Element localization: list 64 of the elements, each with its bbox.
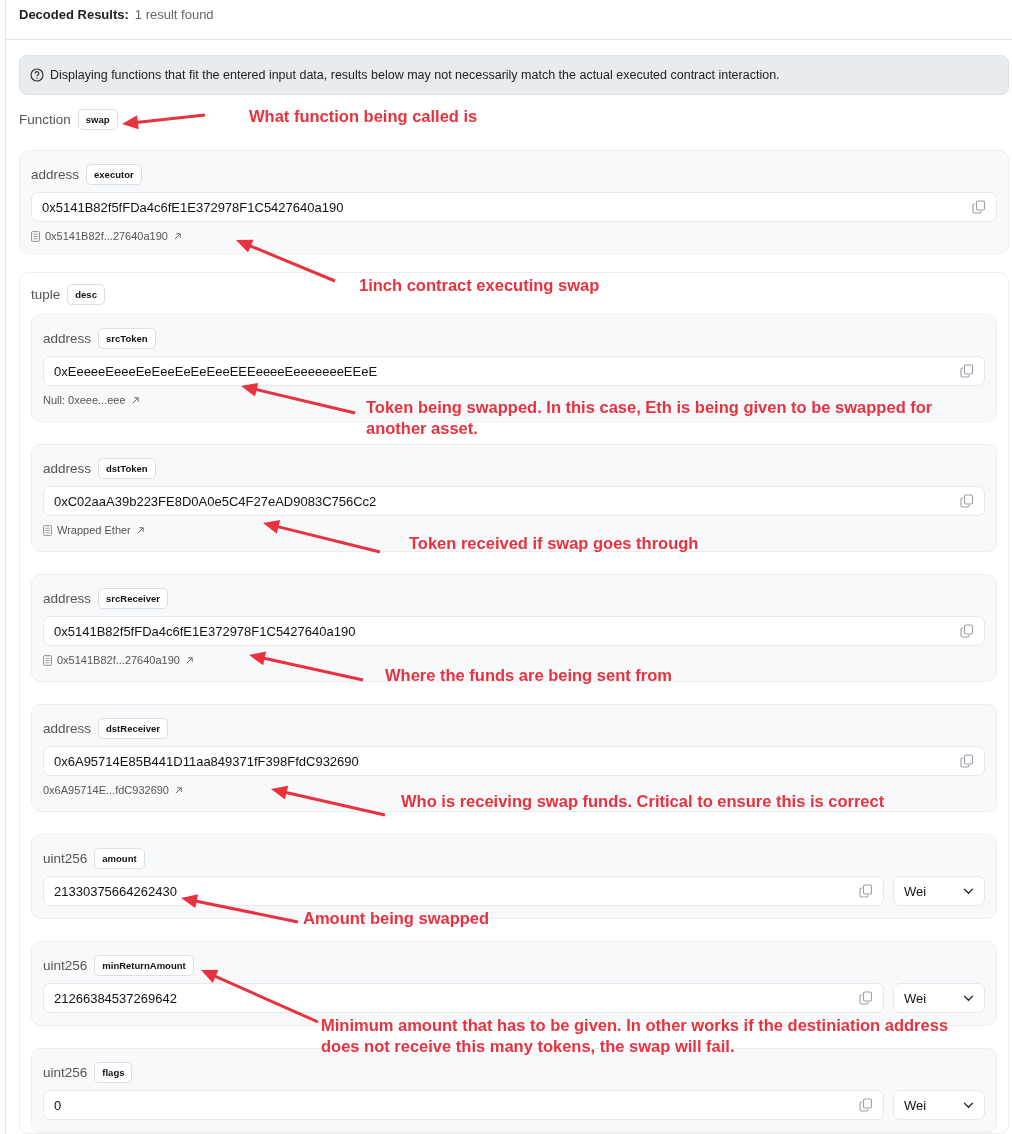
- parameter-name: dstToken: [98, 458, 156, 479]
- annotation-text: Minimum amount that has to be given. In other works if the destiniation address does not receive this many tokens, the swap will fail.: [321, 1015, 950, 1057]
- value-field[interactable]: 0xEeeeeEeeeEeEeeEeEeEeeEEEeeeeEeeeeeeeEEeE: [43, 356, 985, 386]
- value-field[interactable]: 0xC02aaA39b223FE8D0A0e5C4F27eAD9083C756Cc2: [43, 486, 985, 516]
- parameter-type: address: [43, 591, 92, 606]
- parameter-type: address: [31, 167, 80, 182]
- copy-icon[interactable]: [859, 991, 873, 1005]
- results-title: Decoded Results:: [19, 7, 129, 22]
- external-link-icon[interactable]: [172, 231, 182, 241]
- copy-icon[interactable]: [859, 1098, 873, 1112]
- copy-icon[interactable]: [960, 754, 974, 768]
- parameter-name: amount: [94, 848, 145, 869]
- parameter-type: address: [43, 461, 92, 476]
- address-link[interactable]: 0x6A95714E...fdC932690: [43, 784, 169, 796]
- address-link[interactable]: Wrapped Ether: [57, 524, 131, 536]
- annotation-text: What function being called is: [249, 106, 479, 127]
- value-field[interactable]: 21266384537269642: [43, 983, 884, 1013]
- copy-icon[interactable]: [859, 884, 873, 898]
- parameter-name: flags: [94, 1062, 133, 1083]
- value-field[interactable]: 0x5141B82f5fFDa4c6fE1E372978F1C5427640a190: [43, 616, 985, 646]
- chevron-down-icon: [963, 1101, 974, 1109]
- function-name: swap: [77, 109, 118, 130]
- parameter-type: uint256: [43, 851, 88, 866]
- external-link-icon[interactable]: [174, 785, 183, 795]
- value-field[interactable]: 0: [43, 1090, 884, 1120]
- unit-select[interactable]: Wei: [893, 1090, 985, 1120]
- external-link-icon[interactable]: [184, 655, 194, 665]
- parameter-type: uint256: [43, 1065, 88, 1080]
- parameter-type: address: [43, 721, 92, 736]
- parameter-name: desc: [67, 284, 105, 305]
- parameter-type: address: [43, 331, 92, 346]
- external-link-icon[interactable]: [135, 525, 145, 535]
- annotation-text: Who is receiving swap funds. Critical to ensure this is correct: [401, 791, 886, 812]
- copy-icon[interactable]: [960, 624, 974, 638]
- notice-text: Displaying functions that fit the entered input data, results below may not necessarily match the actual executed contract interaction.: [50, 68, 780, 82]
- chevron-down-icon: [963, 887, 974, 895]
- parameter-name: executor: [86, 164, 142, 185]
- parameter-name: dstReceiver: [98, 718, 168, 739]
- parameter-type: uint256: [43, 958, 88, 973]
- annotation-text: Amount being swapped: [303, 908, 491, 929]
- help-icon: [30, 68, 44, 82]
- annotation-text: Token received if swap goes through: [409, 533, 700, 554]
- copy-icon[interactable]: [960, 494, 974, 508]
- copy-icon[interactable]: [972, 200, 986, 214]
- value-field[interactable]: 0x5141B82f5fFDa4c6fE1E372978F1C5427640a190: [31, 192, 997, 222]
- annotation-text: Token being swapped. In this case, Eth is being given to be swapped for another asset.: [366, 397, 934, 439]
- unit-select[interactable]: Wei: [893, 983, 985, 1013]
- parameter-name: srcToken: [98, 328, 156, 349]
- parameter-name: srcReceiver: [98, 588, 168, 609]
- value-field[interactable]: 21330375664262430: [43, 876, 884, 906]
- annotation-text: 1inch contract executing swap: [359, 275, 601, 296]
- address-link[interactable]: 0x5141B82f...27640a190: [45, 230, 168, 242]
- chevron-down-icon: [963, 994, 974, 1002]
- external-link-icon[interactable]: [130, 395, 140, 405]
- value-field[interactable]: 0x6A95714E85B441D11aa849371fF398FfdC932690: [43, 746, 985, 776]
- function-label: Function: [19, 112, 71, 127]
- copy-icon[interactable]: [960, 364, 974, 378]
- annotation-text: Where the funds are being sent from: [385, 665, 673, 686]
- address-link[interactable]: 0x5141B82f...27640a190: [57, 654, 180, 666]
- result-count: 1 result found: [134, 7, 214, 22]
- parameter-name: minReturnAmount: [94, 955, 194, 976]
- address-link[interactable]: Null: 0xeee...eee: [43, 394, 126, 406]
- unit-select[interactable]: Wei: [893, 876, 985, 906]
- parameter-type: tuple: [31, 287, 61, 302]
